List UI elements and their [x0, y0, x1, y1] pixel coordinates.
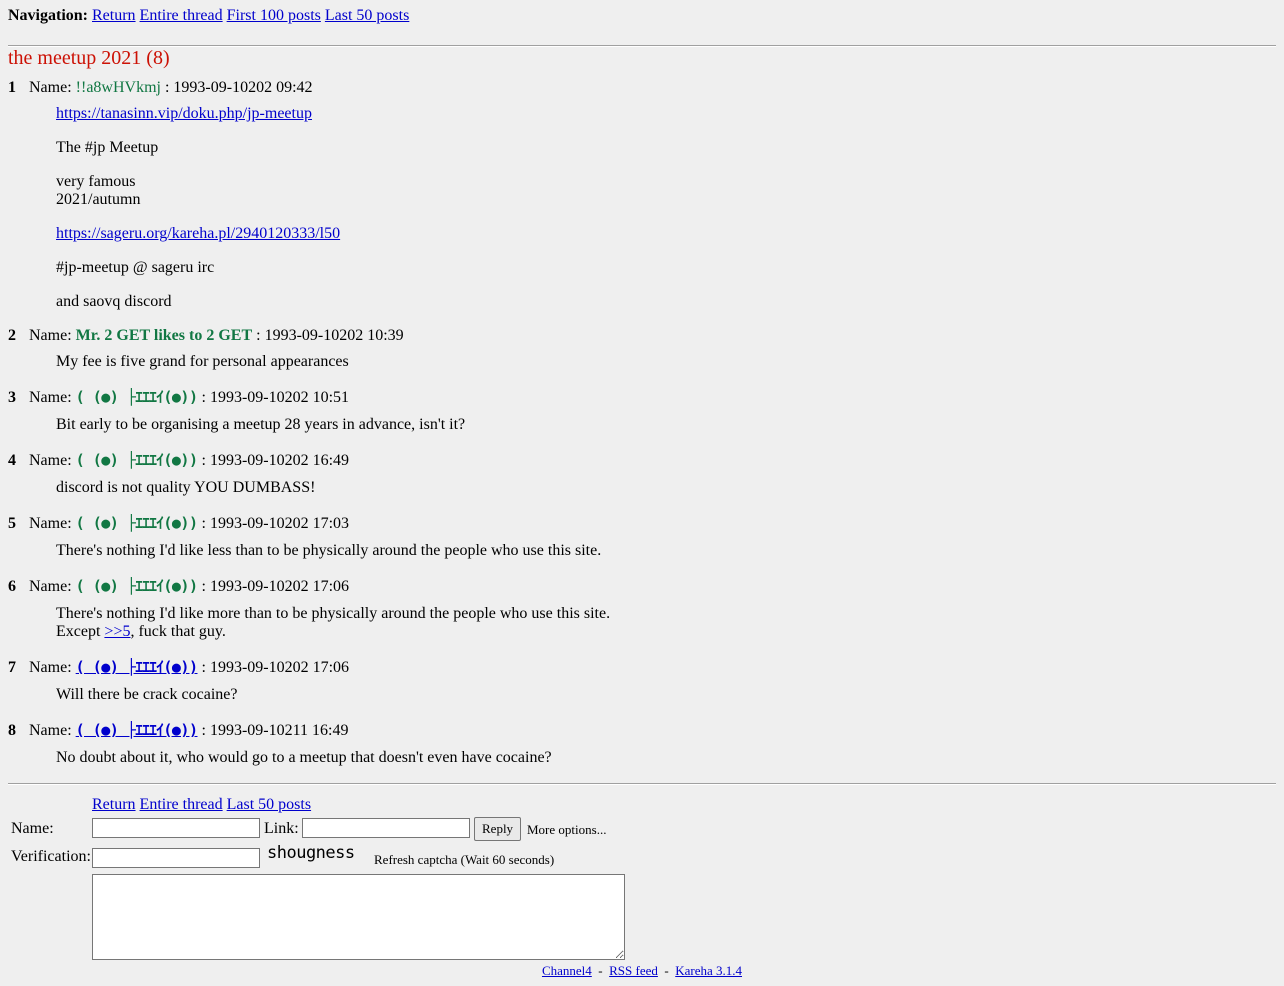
captcha-input[interactable]	[92, 848, 260, 868]
poster-name: ( (●) ├ｴｴｴｲ(●))	[75, 388, 198, 406]
top-divider	[8, 45, 1276, 47]
post-date: : 1993-09-10202 10:51	[201, 389, 350, 406]
post-header-2: 2 Name: Mr. 2 GET likes to 2 GET : 1993-…	[8, 327, 404, 345]
footer-separator: -	[664, 963, 669, 978]
captcha-text: shougness	[267, 843, 355, 863]
post-text: Except	[56, 623, 105, 640]
nav-link-last-50[interactable]: Last 50 posts	[325, 7, 409, 24]
post-link-sageru[interactable]: https://sageru.org/kareha.pl/2940120333/…	[56, 225, 340, 242]
post-date: : 1993-09-10202 17:06	[201, 659, 350, 676]
footer-separator: -	[598, 963, 603, 978]
post-text: There's nothing I'd like less than to be…	[56, 542, 602, 559]
post-header-3: 3 Name: ( (●) ├ｴｴｴｲ(●)) : 1993-09-10202 …	[8, 388, 349, 407]
post-text: and saovq discord	[56, 293, 172, 310]
post-date: : 1993-09-10202 10:39	[256, 327, 404, 344]
post-text-quote-line: Except >>5, fuck that guy.	[56, 623, 226, 641]
message-textarea[interactable]	[92, 874, 625, 960]
name-label: Name:	[29, 327, 72, 344]
post-number[interactable]: 6	[8, 578, 25, 596]
poster-name: Mr. 2 GET likes to 2 GET	[75, 327, 253, 344]
post-number[interactable]: 5	[8, 515, 25, 533]
post-body-1-link: https://tanasinn.vip/doku.php/jp-meetup	[56, 105, 312, 123]
post-text: Will there be crack cocaine?	[56, 686, 238, 703]
refresh-captcha-link[interactable]: Refresh captcha (Wait 60 seconds)	[374, 851, 554, 869]
footer: Channel4 - RSS feed - Kareha 3.1.4	[0, 962, 1284, 980]
name-label: Name:	[29, 389, 72, 406]
footer-link-channel4[interactable]: Channel4	[542, 963, 592, 978]
poster-name: ( (●) ├ｴｴｴｲ(●))	[75, 451, 198, 469]
poster-name-link[interactable]: ( (●) ├ｴｴｴｲ(●))	[76, 658, 198, 676]
verification-label: Verification:	[11, 848, 91, 865]
post-number[interactable]: 8	[8, 722, 25, 740]
nav-link-entire-thread[interactable]: Entire thread	[140, 7, 223, 24]
more-options-toggle[interactable]: More options...	[527, 821, 606, 839]
post-date: : 1993-09-10202 17:06	[201, 578, 350, 595]
captcha-image: shougness	[267, 843, 355, 863]
name-label: Name:	[29, 659, 72, 676]
name-label: Name:	[29, 79, 72, 96]
post-header-8: 8 Name: ( (●) ├ｴｴｴｲ(●)) : 1993-09-10211 …	[8, 721, 348, 740]
poster-name: ( (●) ├ｴｴｴｲ(●))	[75, 577, 198, 595]
post-number[interactable]: 4	[8, 452, 25, 470]
post-text: , fuck that guy.	[130, 623, 226, 640]
link-field[interactable]	[302, 818, 470, 838]
post-link-tanasinn[interactable]: https://tanasinn.vip/doku.php/jp-meetup	[56, 105, 312, 122]
name-label: Name:	[29, 515, 72, 532]
name-label: Name:	[29, 722, 72, 739]
footer-link-rss[interactable]: RSS feed	[609, 963, 658, 978]
poster-tripcode: !!a8wHVkmj	[75, 79, 161, 96]
name-field-label: Name:	[11, 820, 54, 837]
name-label: Name:	[29, 452, 72, 469]
nav-link-return[interactable]: Return	[92, 7, 136, 24]
post-header-1: 1 Name: !!a8wHVkmj : 1993-09-10202 09:42	[8, 79, 313, 97]
post-text: Bit early to be organising a meetup 28 y…	[56, 416, 466, 433]
post-header-4: 4 Name: ( (●) ├ｴｴｴｲ(●)) : 1993-09-10202 …	[8, 451, 349, 470]
post-text: No doubt about it, who would go to a mee…	[56, 749, 552, 766]
reply-button[interactable]: Reply	[474, 817, 522, 841]
post-number[interactable]: 7	[8, 659, 25, 677]
post-text: discord is not quality YOU DUMBASS!	[56, 479, 316, 496]
navigation-label: Navigation:	[8, 7, 88, 24]
link-field-label: Link:	[264, 820, 299, 837]
post-date: : 1993-09-10202 16:49	[201, 452, 350, 469]
post-header-5: 5 Name: ( (●) ├ｴｴｴｲ(●)) : 1993-09-10202 …	[8, 514, 349, 533]
post-date: : 1993-09-10202 17:03	[201, 515, 350, 532]
post-text: There's nothing I'd like more than to be…	[56, 605, 611, 622]
quote-link[interactable]: >>5	[104, 623, 130, 640]
name-label: Name:	[29, 578, 72, 595]
post-text: #jp-meetup @ sageru irc	[56, 259, 215, 276]
thread-title: the meetup 2021 (8)	[8, 47, 170, 69]
post-text: 2021/autumn	[56, 191, 141, 208]
reply-form-links: Return Entire thread Last 50 posts	[92, 796, 311, 814]
post-text: My fee is five grand for personal appear…	[56, 353, 349, 370]
navigation-bar: Navigation: Return Entire thread First 1…	[8, 7, 409, 25]
poster-name-link[interactable]: ( (●) ├ｴｴｴｲ(●))	[76, 721, 198, 739]
post-body-1-link2: https://sageru.org/kareha.pl/2940120333/…	[56, 225, 340, 243]
post-header-7: 7 Name: ( (●) ├ｴｴｴｲ(●)) : 1993-09-10202 …	[8, 658, 349, 677]
post-text: very famous	[56, 173, 136, 190]
post-text: The #jp Meetup	[56, 139, 159, 156]
nav-link-first-100[interactable]: First 100 posts	[227, 7, 321, 24]
form-link-return[interactable]: Return	[92, 796, 136, 813]
post-number[interactable]: 1	[8, 79, 25, 97]
post-date: : 1993-09-10211 16:49	[201, 722, 349, 739]
form-link-last-50[interactable]: Last 50 posts	[227, 796, 311, 813]
form-link-entire-thread[interactable]: Entire thread	[140, 796, 223, 813]
name-field[interactable]	[92, 818, 260, 838]
post-header-6: 6 Name: ( (●) ├ｴｴｴｲ(●)) : 1993-09-10202 …	[8, 577, 349, 596]
poster-name: ( (●) ├ｴｴｴｲ(●))	[75, 514, 198, 532]
bottom-divider	[8, 783, 1276, 785]
post-number[interactable]: 2	[8, 327, 25, 345]
post-number[interactable]: 3	[8, 389, 25, 407]
footer-link-kareha[interactable]: Kareha 3.1.4	[675, 963, 742, 978]
post-date: : 1993-09-10202 09:42	[164, 79, 313, 96]
